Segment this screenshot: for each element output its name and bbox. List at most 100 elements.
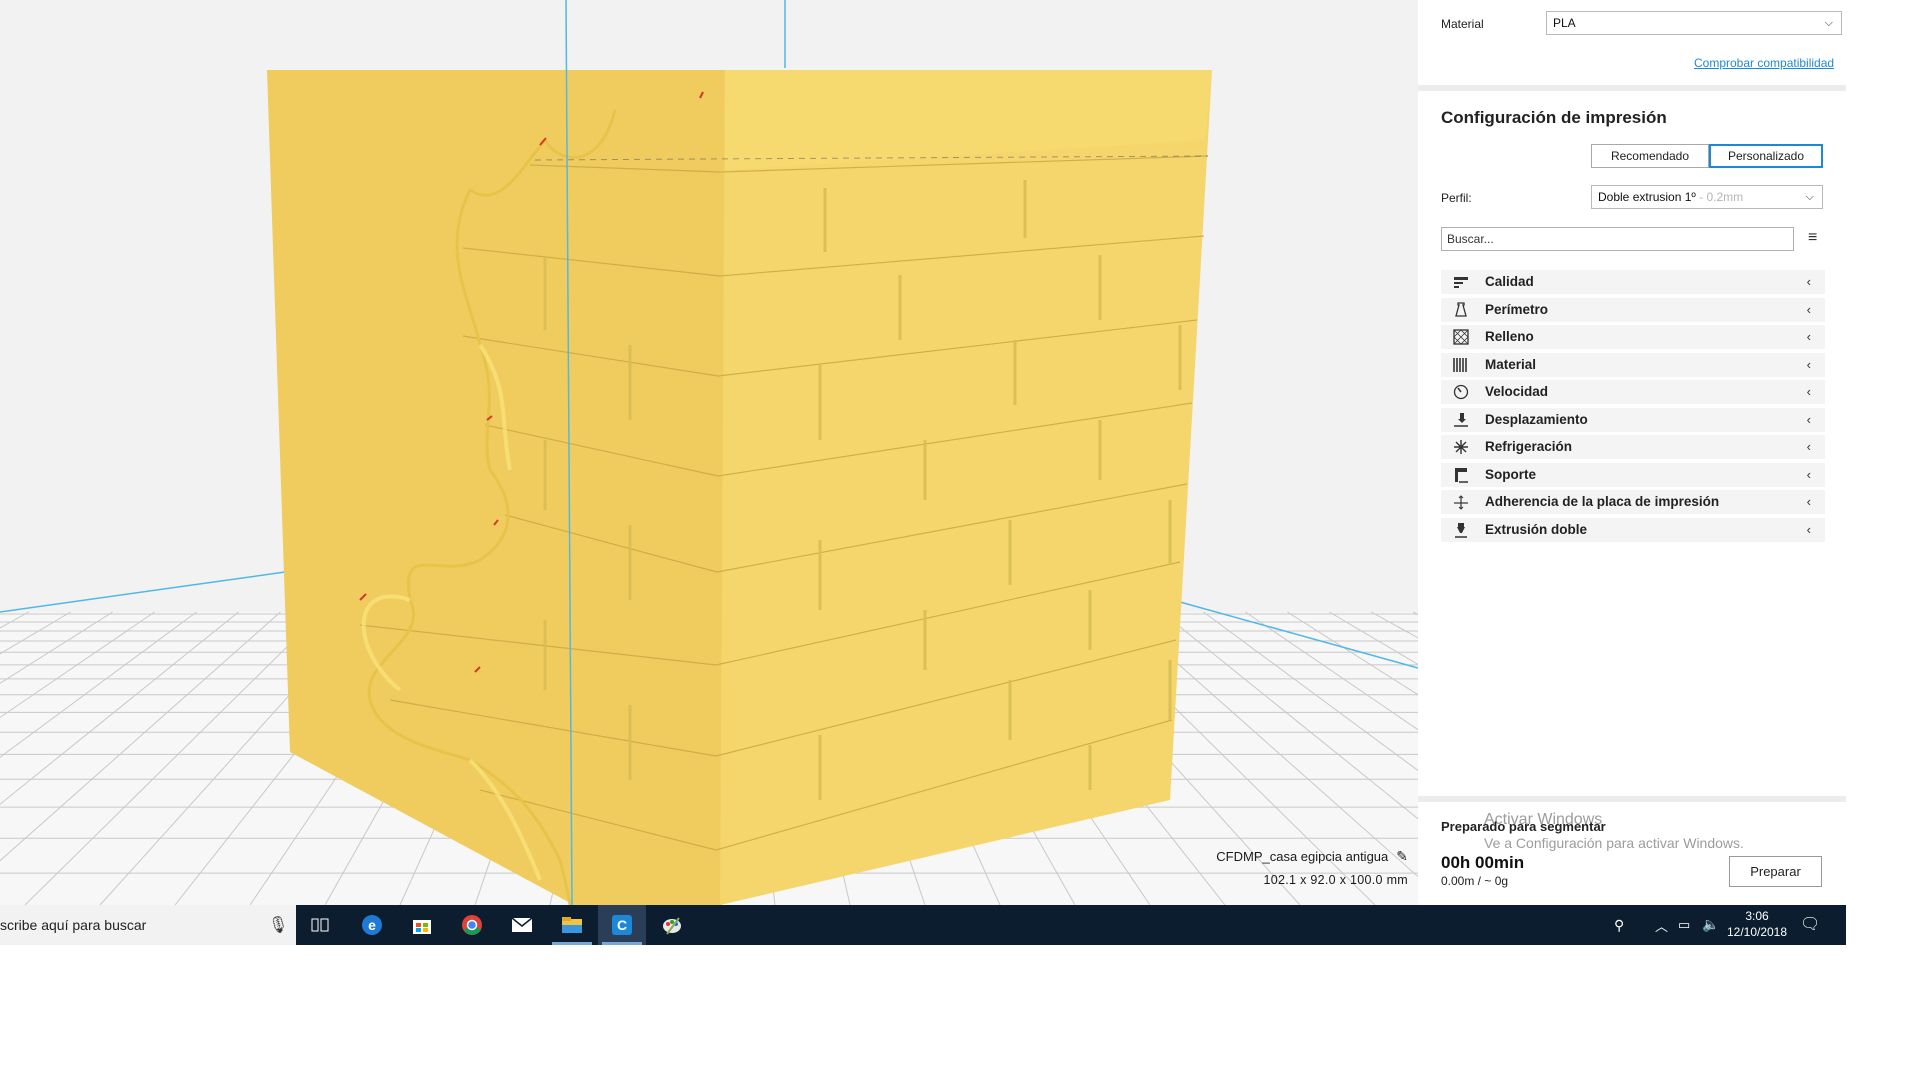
3d-viewport[interactable]: CFDMP_casa egipcia antigua ✎ 102.1 x 92.0… [0, 0, 1418, 905]
material-select[interactable]: PLA ⌵ [1546, 11, 1842, 35]
settings-panel: Material PLA ⌵ Comprobar compatibilidad … [1418, 0, 1846, 905]
settings-menu-icon[interactable]: ≡ [1808, 229, 1817, 247]
paint-icon [663, 917, 681, 935]
svg-text:e: e [368, 917, 376, 933]
category-infill[interactable]: Relleno ‹ [1441, 325, 1825, 349]
category-adhesion[interactable]: Adherencia de la placa de impresión ‹ [1441, 490, 1825, 514]
category-dual-extrusion[interactable]: Extrusión doble ‹ [1441, 517, 1825, 542]
settings-categories: Calidad ‹ Perímetro ‹ Relleno ‹ Material… [1441, 270, 1825, 545]
chevron-down-icon: ⌵ [1805, 191, 1814, 203]
microphone-icon[interactable]: 🎙 [268, 915, 288, 935]
plate-edge-left [0, 571, 286, 613]
material-label: Material [1441, 17, 1484, 31]
mode-custom-button[interactable]: Personalizado [1709, 144, 1823, 168]
mail-icon [511, 917, 533, 932]
chevron-down-icon: ⌵ [1824, 17, 1833, 29]
category-material[interactable]: Material ‹ [1441, 352, 1825, 377]
taskbar-search-text: scribe aquí para buscar [0, 917, 147, 933]
compat-link[interactable]: Comprobar compatibilidad [1694, 56, 1834, 70]
chevron-left-icon: ‹ [1806, 494, 1811, 509]
file-explorer-button[interactable] [548, 905, 596, 945]
windows-taskbar: scribe aquí para buscar 🎙 e C ⚲ ︿ ▭ 🔈 3:… [0, 905, 1846, 945]
category-support[interactable]: Soporte ‹ [1441, 462, 1825, 487]
category-label: Relleno [1485, 329, 1534, 344]
chevron-left-icon: ‹ [1806, 466, 1811, 482]
section-divider [1418, 85, 1846, 91]
category-label: Soporte [1485, 466, 1537, 482]
cura-button[interactable]: C [598, 905, 646, 945]
chevron-left-icon: ‹ [1806, 301, 1811, 317]
task-view-icon [311, 918, 329, 932]
notifications-icon[interactable]: 🗨 [1800, 914, 1820, 954]
mode-recommended-button[interactable]: Recomendado [1591, 144, 1709, 168]
shell-icon [1455, 301, 1467, 317]
build-plate-scene [0, 0, 1418, 905]
clock-time: 3:06 [1745, 909, 1769, 923]
chrome-button[interactable] [448, 905, 496, 945]
category-shell[interactable]: Perímetro ‹ [1441, 297, 1825, 322]
chevron-left-icon: ‹ [1806, 411, 1811, 427]
chevron-left-icon: ‹ [1806, 439, 1811, 454]
chevron-left-icon: ‹ [1806, 356, 1811, 372]
store-icon [413, 920, 431, 934]
file-explorer-icon [562, 917, 582, 933]
model-name-text: CFDMP_casa egipcia antigua [1216, 849, 1389, 864]
adhesion-icon [1454, 495, 1468, 510]
activation-watermark-subtitle: Ve a Configuración para activar Windows. [1484, 835, 1744, 851]
category-travel[interactable]: Desplazamiento ‹ [1441, 407, 1825, 432]
volume-icon[interactable]: 🔈 [1702, 916, 1719, 956]
quality-icon [1454, 277, 1468, 288]
edge-icon: e [362, 915, 382, 935]
pencil-icon[interactable]: ✎ [1396, 848, 1408, 865]
slice-status: Preparado para segmentar [1441, 819, 1606, 834]
status-divider [1418, 796, 1846, 802]
profile-suffix: - 0.2mm [1695, 190, 1744, 204]
store-button[interactable] [398, 905, 446, 945]
dual-extrusion-icon [1455, 522, 1467, 538]
chevron-up-icon[interactable]: ︿ [1655, 916, 1668, 956]
profile-select[interactable]: Doble extrusion 1º - 0.2mm ⌵ [1591, 185, 1823, 209]
category-label: Material [1485, 356, 1537, 372]
category-label: Velocidad [1485, 384, 1549, 399]
chevron-left-icon: ‹ [1806, 521, 1811, 537]
speed-icon [1453, 384, 1469, 400]
travel-icon [1454, 412, 1468, 427]
material-icon [1453, 357, 1467, 372]
material-value: PLA [1553, 16, 1576, 30]
clock[interactable]: 3:06 12/10/2018 [1724, 908, 1790, 948]
paint-button[interactable] [648, 905, 696, 945]
print-time: 00h 00min [1441, 853, 1525, 872]
mail-button[interactable] [498, 905, 546, 945]
svg-text:C: C [617, 917, 627, 933]
category-label: Extrusión doble [1485, 521, 1588, 537]
cooling-icon [1454, 440, 1468, 454]
category-label: Adherencia de la placa de impresión [1485, 494, 1720, 509]
support-icon [1455, 467, 1468, 483]
edge-button[interactable]: e [348, 905, 396, 945]
prepare-button[interactable]: Preparar [1729, 856, 1822, 887]
profile-value: Doble extrusion 1º [1598, 190, 1696, 204]
clock-date: 12/10/2018 [1726, 925, 1788, 939]
network-icon[interactable]: ▭ [1678, 917, 1690, 957]
running-indicator [602, 942, 642, 945]
settings-search-input[interactable]: Buscar... [1441, 227, 1794, 251]
model-name[interactable]: CFDMP_casa egipcia antigua ✎ [1130, 848, 1408, 865]
model-right-face [720, 70, 1212, 905]
category-label: Refrigeración [1485, 439, 1573, 454]
chevron-left-icon: ‹ [1806, 274, 1811, 289]
section-title: Configuración de impresión [1441, 108, 1667, 127]
model-dimensions: 102.1 x 92.0 x 100.0 mm [1263, 873, 1408, 887]
chevron-left-icon: ‹ [1806, 329, 1811, 344]
category-cooling[interactable]: Refrigeración ‹ [1441, 435, 1825, 459]
category-quality[interactable]: Calidad ‹ [1441, 270, 1825, 294]
cura-icon: C [612, 915, 632, 935]
taskbar-search-box[interactable]: scribe aquí para buscar 🎙 [0, 905, 296, 945]
infill-icon [1453, 329, 1469, 345]
category-speed[interactable]: Velocidad ‹ [1441, 380, 1825, 404]
category-label: Desplazamiento [1485, 411, 1588, 427]
chrome-icon [462, 915, 482, 935]
category-label: Calidad [1485, 274, 1534, 289]
people-icon[interactable]: ⚲ [1614, 917, 1624, 957]
profile-label: Perfil: [1441, 191, 1472, 205]
task-view-button[interactable] [296, 905, 344, 945]
